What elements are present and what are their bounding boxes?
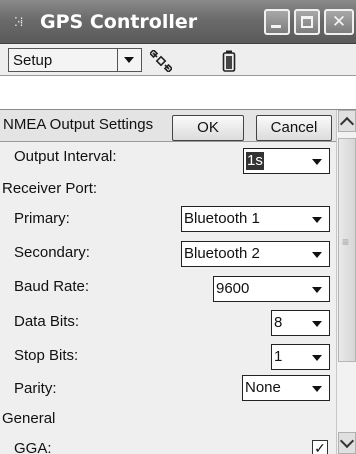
pane-title: NMEA Output Settings — [3, 116, 154, 133]
gps-app-icon: ⁚·⁞ — [14, 15, 23, 29]
baud-rate-select[interactable]: 9600 — [213, 276, 330, 302]
scroll-thumb[interactable] — [338, 138, 356, 362]
gga-checkbox[interactable]: ✓ — [312, 440, 328, 454]
chevron-down-icon[interactable] — [305, 277, 329, 301]
status-area — [0, 76, 356, 110]
pane-header: NMEA Output Settings OK Cancel — [0, 110, 336, 142]
chevron-down-icon[interactable] — [117, 49, 141, 71]
close-icon: ✕ — [331, 12, 347, 32]
gga-label: GGA: — [14, 440, 52, 454]
chevron-down-icon[interactable] — [305, 207, 329, 231]
parity-select[interactable]: None — [242, 375, 330, 401]
maximize-button[interactable] — [294, 9, 320, 35]
secondary-port-select[interactable]: Bluetooth 2 — [181, 241, 330, 267]
primary-port-select[interactable]: Bluetooth 1 — [181, 206, 330, 232]
ok-button[interactable]: OK — [172, 115, 244, 141]
chevron-down-icon[interactable] — [305, 345, 329, 369]
stop-bits-value: 1 — [274, 348, 283, 365]
cancel-button[interactable]: Cancel — [256, 115, 332, 141]
output-interval-label: Output Interval: — [14, 148, 117, 165]
setup-menu[interactable]: Setup — [8, 48, 142, 72]
setup-menu-label: Setup — [13, 52, 53, 69]
primary-port-value: Bluetooth 1 — [184, 210, 260, 227]
secondary-port-value: Bluetooth 2 — [184, 245, 260, 262]
data-bits-label: Data Bits: — [14, 313, 80, 330]
chevron-down-icon[interactable] — [305, 149, 329, 173]
parity-label: Parity: — [14, 380, 57, 397]
chevron-down-icon[interactable] — [305, 242, 329, 266]
output-interval-select[interactable]: 1s — [243, 148, 330, 174]
stop-bits-label: Stop Bits: — [14, 347, 79, 364]
primary-label: Primary: — [14, 210, 70, 227]
scroll-up-button[interactable] — [338, 110, 356, 132]
output-interval-value: 1s — [246, 152, 264, 170]
scroll-down-button[interactable] — [338, 432, 356, 454]
general-heading: General — [2, 410, 56, 427]
secondary-label: Secondary: — [14, 244, 90, 261]
chevron-down-icon[interactable] — [305, 311, 329, 335]
battery-icon[interactable] — [222, 50, 236, 72]
title-bar[interactable]: ⁚·⁞ GPS Controller ✕ — [0, 0, 356, 44]
window-title: GPS Controller — [40, 11, 198, 33]
chevron-down-icon[interactable] — [305, 376, 329, 400]
baud-rate-value: 9600 — [216, 280, 250, 297]
minimize-button[interactable] — [264, 9, 290, 35]
satellite-icon[interactable] — [150, 50, 172, 72]
close-button[interactable]: ✕ — [324, 9, 354, 35]
vertical-scrollbar[interactable] — [336, 110, 356, 454]
data-bits-value: 8 — [274, 314, 283, 331]
data-bits-select[interactable]: 8 — [271, 310, 330, 336]
stop-bits-select[interactable]: 1 — [271, 344, 330, 370]
receiver-port-heading: Receiver Port: — [2, 180, 98, 197]
gps-controller-window: ⁚·⁞ GPS Controller ✕ Setup NMEA Output S… — [0, 0, 356, 454]
baud-rate-label: Baud Rate: — [14, 278, 90, 295]
nmea-settings-pane: NMEA Output Settings OK Cancel Output In… — [0, 110, 356, 454]
parity-value: None — [245, 379, 281, 396]
toolbar: Setup — [0, 44, 356, 76]
